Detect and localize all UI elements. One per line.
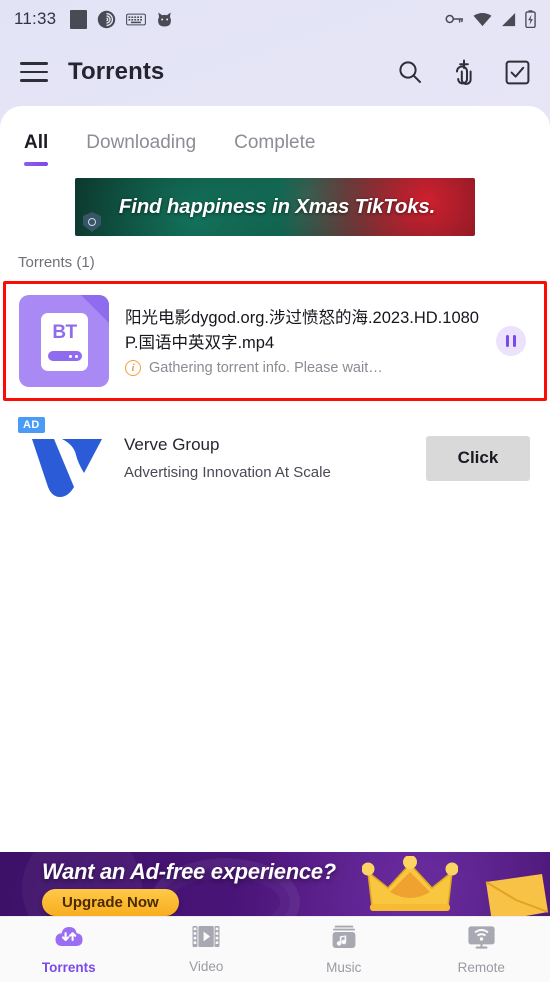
tab-all[interactable]: All [24, 132, 49, 166]
wifi-icon [473, 12, 492, 27]
cellular-signal-icon [501, 12, 516, 27]
status-bar-system-icons [445, 10, 536, 28]
film-strip-icon [192, 925, 220, 953]
bt-file-icon-card: BT [41, 313, 88, 371]
vpn-key-icon [445, 13, 464, 25]
bottom-navigation-bar: Torrents Video Music Remote [0, 916, 550, 982]
info-icon: i [125, 359, 141, 376]
status-bar-clock: 11:33 [14, 9, 57, 28]
tab-downloading-label: Downloading [86, 132, 197, 153]
select-all-icon[interactable] [505, 60, 530, 85]
search-icon[interactable] [397, 59, 423, 85]
tab-complete[interactable]: Complete [234, 132, 315, 166]
nav-item-music-label: Music [326, 959, 362, 975]
torrent-list-item[interactable]: BT 阳光电影dygod.org.涉过愤怒的海.2023.HD.1080P.国语… [6, 284, 544, 398]
torrent-highlight-box: BT 阳光电影dygod.org.涉过愤怒的海.2023.HD.1080P.国语… [3, 281, 547, 401]
native-ad[interactable]: AD Verve Group Advertising Innovation At… [0, 401, 550, 515]
tab-active-indicator [24, 162, 49, 166]
remote-monitor-wifi-icon [467, 925, 496, 954]
gold-crown-icon [361, 855, 459, 916]
torrent-status-row: i Gathering torrent info. Please wait… [125, 359, 488, 376]
nav-item-music[interactable]: Music [275, 925, 413, 975]
nav-item-torrents-label: Torrents [41, 959, 96, 975]
upgrade-banner-title: Want an Ad-free experience? [42, 859, 336, 884]
ad-badge: AD [18, 417, 45, 433]
content-sheet: All Downloading Complete Find happiness … [0, 106, 550, 982]
torrents-section-label: Torrents (1) [18, 254, 95, 271]
music-note-icon [330, 925, 358, 954]
hamburger-menu-icon[interactable] [20, 62, 48, 82]
top-banner-ad[interactable]: Find happiness in Xmas TikToks. [75, 178, 475, 236]
battery-charging-icon [525, 10, 536, 28]
nav-item-remote-label: Remote [457, 959, 505, 975]
banner-ad-text: Find happiness in Xmas TikToks. [118, 195, 436, 218]
upgrade-now-button[interactable]: Upgrade Now [42, 889, 179, 916]
tab-complete-label: Complete [234, 132, 316, 153]
status-bar: 11:33 [0, 0, 550, 38]
nav-item-remote[interactable]: Remote [413, 925, 550, 975]
tab-bar: All Downloading Complete [0, 106, 550, 166]
page-title: Torrents [68, 58, 165, 85]
app-bar-actions [397, 58, 530, 86]
bittorrent-icon [97, 10, 116, 29]
pause-icon[interactable] [496, 326, 526, 356]
verve-v-logo [28, 435, 106, 504]
tab-downloading[interactable]: Downloading [86, 132, 196, 166]
upgrade-banner-ad[interactable]: Want an Ad-free experience? Upgrade Now [0, 852, 550, 916]
bt-file-icon-bar [47, 351, 82, 361]
native-ad-text: Verve Group Advertising Innovation At Sc… [108, 435, 426, 481]
app-bar: Torrents [0, 38, 550, 106]
status-bar-notification-icons [70, 9, 173, 29]
gold-envelope-icon [480, 872, 550, 916]
cloud-transfer-icon [54, 925, 84, 954]
bt-file-icon: BT [19, 295, 109, 387]
keyboard-icon [126, 13, 147, 26]
native-ad-logo-wrap: AD [16, 417, 108, 499]
nav-item-video[interactable]: Video [138, 925, 276, 974]
native-ad-cta-button[interactable]: Click [426, 435, 530, 481]
native-ad-title: Verve Group [124, 435, 220, 454]
torrent-status-text: Gathering torrent info. Please wait… [149, 359, 383, 376]
cat-icon [156, 11, 173, 28]
bt-file-icon-label: BT [52, 322, 77, 343]
tab-all-label: All [24, 132, 49, 153]
torrent-name: 阳光电影dygod.org.涉过愤怒的海.2023.HD.1080P.国语中英双… [125, 309, 479, 352]
nav-item-torrents[interactable]: Torrents [0, 925, 138, 975]
ad-privacy-shield-icon[interactable] [83, 212, 101, 232]
torrent-details: 阳光电影dygod.org.涉过愤怒的海.2023.HD.1080P.国语中英双… [109, 306, 496, 376]
square-icon [70, 9, 88, 29]
add-magnet-icon[interactable] [451, 58, 477, 86]
nav-item-video-label: Video [189, 959, 224, 974]
native-ad-subtitle: Advertising Innovation At Scale [124, 464, 331, 481]
